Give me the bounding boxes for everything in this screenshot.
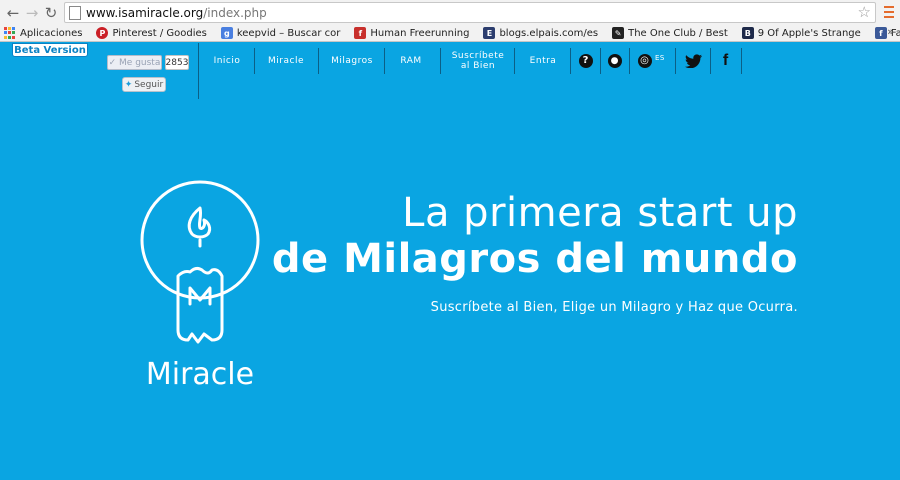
facebook-like-button[interactable]: ✓ Me gusta (107, 55, 162, 70)
nav-item-ram[interactable]: RAM (396, 56, 426, 66)
page-icon (69, 5, 81, 20)
back-arrow-icon[interactable]: ← (4, 4, 22, 22)
like-label: Me gusta (119, 57, 161, 68)
nav-divider (741, 48, 742, 74)
forward-arrow-icon[interactable]: → (23, 4, 41, 22)
twitter-icon[interactable] (684, 53, 704, 68)
address-bar[interactable]: www.isamiracle.org/index.php ☆ (64, 2, 876, 23)
bookmark-star-icon[interactable]: ☆ (858, 3, 871, 22)
hero-subline: Suscríbete al Bien, Elige un Milagro y H… (430, 300, 798, 315)
follow-label: Seguir (134, 79, 164, 90)
google-icon: g (220, 27, 233, 39)
facebook-icon: f (874, 27, 887, 39)
reload-icon[interactable]: ↻ (42, 4, 60, 22)
bookmark-label: Pinterest / Goodies (112, 27, 207, 39)
nav-item-inicio[interactable]: Inicio (213, 56, 241, 66)
bookmark-label: Human Freerunning (370, 27, 470, 39)
nav-divider (570, 48, 571, 74)
nav-divider (600, 48, 601, 74)
nav-item-entra[interactable]: Entra (528, 56, 558, 66)
nav-divider (514, 48, 515, 74)
bookmark-keepvid[interactable]: g keepvid – Buscar cor (220, 27, 341, 39)
bookmark-label: blogs.elpais.com/es (499, 27, 599, 39)
bookmarks-overflow-icon[interactable]: » (887, 25, 894, 38)
nav-divider (254, 48, 255, 74)
bookmark-one-club[interactable]: ✎ The One Club / Best (612, 27, 728, 39)
nav-divider (198, 43, 199, 99)
browser-menu-icon[interactable] (884, 4, 894, 20)
beta-badge: Beta Version (12, 43, 88, 57)
pencil-icon: ✎ (612, 27, 625, 39)
language-label[interactable]: ES (655, 53, 665, 63)
bookmark-pinterest[interactable]: P Pinterest / Goodies (96, 27, 207, 39)
twitter-follow-button[interactable]: ✦ Seguir (122, 77, 166, 92)
nav-divider (318, 48, 319, 74)
bookmark-label: keepvid – Buscar cor (236, 27, 341, 39)
bi-icon: B (741, 27, 754, 39)
hero-headline-line1: La primera start up (402, 190, 798, 236)
help-icon[interactable]: ? (578, 53, 593, 68)
nav-item-milagros[interactable]: Milagros (328, 56, 376, 66)
like-count: 2853 (165, 55, 189, 70)
nav-divider (710, 48, 711, 74)
tshirt-icon[interactable]: ● (607, 53, 622, 68)
bookmark-apple-strange[interactable]: B 9 Of Apple's Strange (741, 27, 861, 39)
bookmark-elpais[interactable]: E blogs.elpais.com/es (483, 27, 598, 39)
url-domain: www.isamiracle.org (86, 5, 204, 20)
facebook-f-icon[interactable]: f (718, 52, 733, 69)
bookmark-label: 9 Of Apple's Strange (757, 27, 861, 39)
check-icon: ✓ (108, 57, 120, 68)
url-path: /index.php (203, 5, 267, 20)
nav-divider (440, 48, 441, 74)
hero-headline-line2: de Milagros del mundo (271, 236, 798, 282)
bookmark-label: Aplicaciones (20, 27, 83, 39)
twitter-bird-icon: ✦ (124, 79, 133, 90)
elpais-e-icon: E (483, 27, 496, 39)
miracle-logo: Miracle (140, 180, 260, 392)
bookmark-apps[interactable]: Aplicaciones (4, 27, 82, 39)
bookmarks-bar: Aplicaciones P Pinterest / Goodies g kee… (0, 25, 900, 42)
nav-divider (629, 48, 630, 74)
flickr-f-icon: f (354, 27, 367, 39)
pinterest-icon: P (96, 27, 109, 39)
logo-wordmark: Miracle (146, 357, 254, 392)
apps-grid-icon (4, 27, 16, 39)
nav-item-miracle[interactable]: Miracle (266, 56, 306, 66)
nav-item-suscribete[interactable]: Suscríbete al Bien (447, 51, 509, 71)
browser-toolbar: ← → ↻ www.isamiracle.org/index.php ☆ (0, 0, 900, 25)
bookmark-human-freerunning[interactable]: f Human Freerunning (354, 27, 469, 39)
nav-divider (675, 48, 676, 74)
bookmark-label: The One Club / Best (628, 27, 728, 39)
globe-icon[interactable]: ◎ (637, 53, 652, 68)
nav-divider (384, 48, 385, 74)
